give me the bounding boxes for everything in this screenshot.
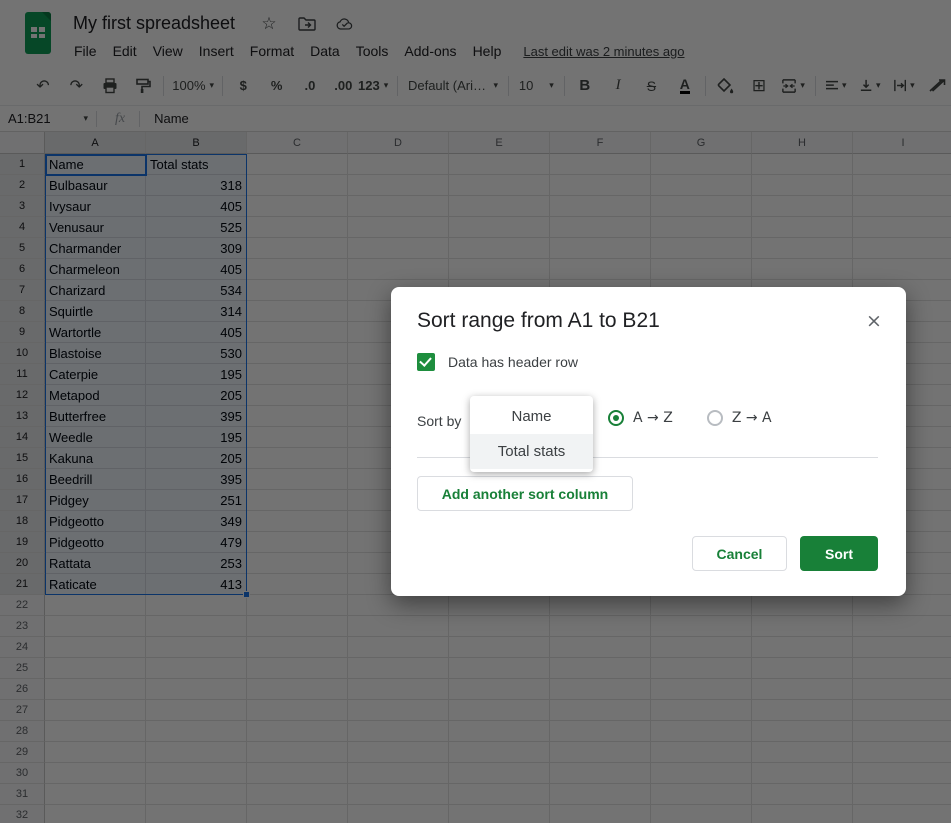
radio-descending[interactable]: Z → A	[707, 410, 772, 426]
checkbox-checked-icon[interactable]	[417, 353, 435, 371]
sort-by-label: Sort by	[417, 413, 461, 429]
cancel-button[interactable]: Cancel	[692, 536, 787, 571]
sort-order-radios: A → Z Z → A	[608, 410, 772, 426]
sort-column-dropdown: NameTotal stats	[470, 396, 593, 472]
dialog-actions: Cancel Sort	[692, 536, 878, 571]
radio-ascending[interactable]: A → Z	[608, 410, 673, 426]
close-icon[interactable]: ×	[862, 309, 886, 333]
radio-selected-icon[interactable]	[608, 410, 624, 426]
dropdown-item-name[interactable]: Name	[470, 399, 593, 434]
sort-button[interactable]: Sort	[800, 536, 878, 571]
dialog-title: Sort range from A1 to B21	[417, 309, 660, 333]
sort-range-dialog: Sort range from A1 to B21 × Data has hea…	[391, 287, 906, 596]
header-row-checkbox-row[interactable]: Data has header row	[417, 353, 578, 371]
spreadsheet-app: My first spreadsheet ☆ FileEditViewInser…	[0, 0, 951, 823]
radio-unselected-icon[interactable]	[707, 410, 723, 426]
add-sort-column-button[interactable]: Add another sort column	[417, 476, 633, 511]
dropdown-item-total-stats[interactable]: Total stats	[470, 434, 593, 469]
radio-ascending-label: A → Z	[633, 410, 673, 426]
checkbox-label: Data has header row	[448, 354, 578, 370]
radio-descending-label: Z → A	[732, 410, 772, 426]
